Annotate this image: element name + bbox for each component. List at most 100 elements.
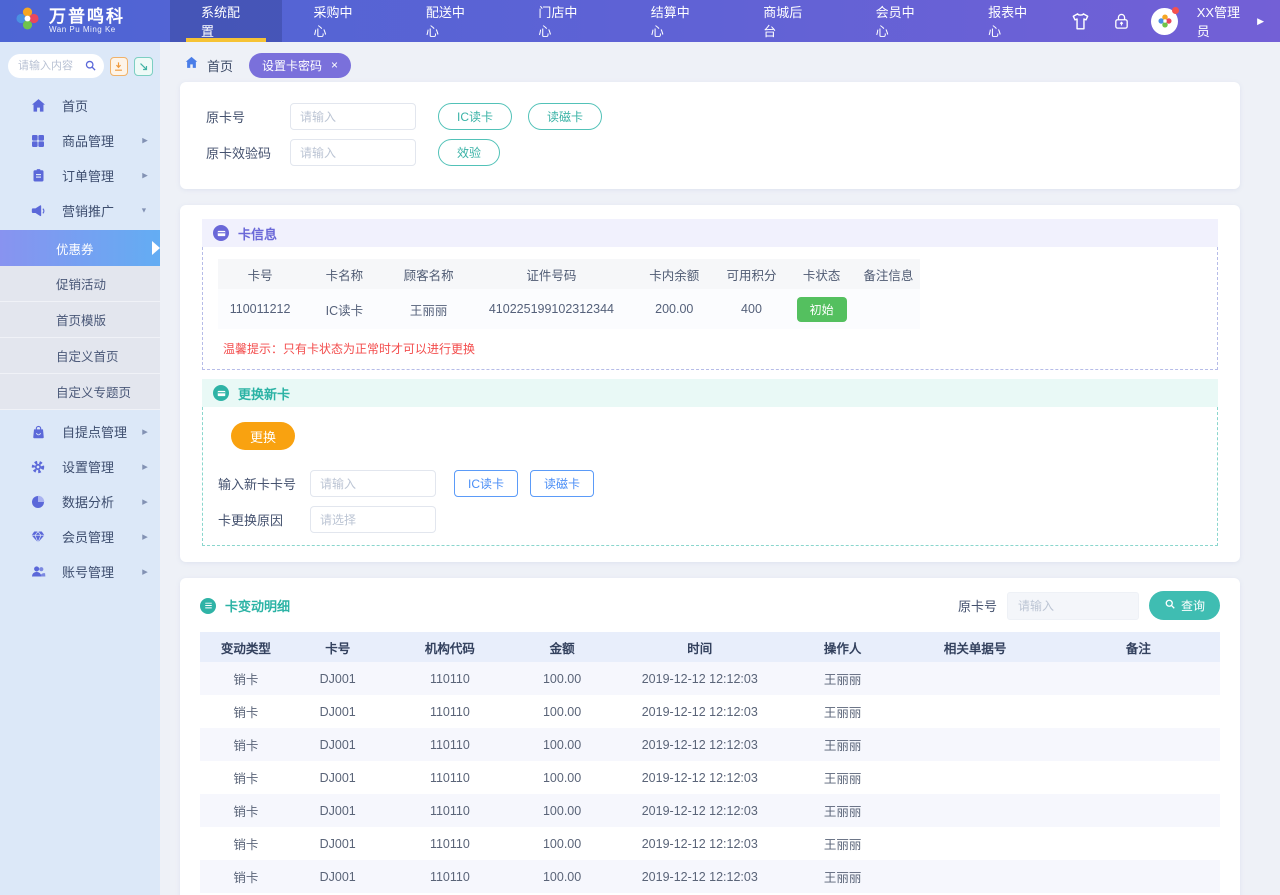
ic-read-button[interactable]: IC读卡 bbox=[438, 103, 512, 130]
sidebar-item-home-template[interactable]: 首页模版 bbox=[0, 302, 160, 338]
caret-right-icon: ▶ bbox=[1257, 16, 1264, 27]
close-icon[interactable]: × bbox=[331, 59, 338, 71]
card-info-section-header: 卡信息 bbox=[202, 219, 1218, 247]
cell-note bbox=[857, 289, 920, 329]
query-button[interactable]: 查询 bbox=[1149, 591, 1220, 620]
ic-read-button-2[interactable]: IC读卡 bbox=[454, 470, 518, 497]
tab-label: 设置卡密码 bbox=[262, 57, 322, 74]
card-info-body: 卡号 卡名称 顾客名称 证件号码 卡内余额 可用积分 卡状态 备注信息 1100 bbox=[202, 247, 1218, 370]
sidebar-item-marketing[interactable]: 营销推广 ▼ bbox=[0, 193, 160, 228]
logo-subtitle: Wan Pu Ming Ke bbox=[49, 26, 125, 34]
sidebar-item-products[interactable]: 商品管理 ▶ bbox=[0, 123, 160, 158]
tshirt-icon[interactable] bbox=[1069, 10, 1092, 33]
collapse-tool-icon[interactable] bbox=[134, 57, 153, 76]
member-icon bbox=[29, 529, 47, 544]
nav-item-store[interactable]: 门店中心 bbox=[507, 0, 619, 42]
cell-doc-no bbox=[894, 794, 1057, 827]
sidebar-item-orders[interactable]: 订单管理 ▶ bbox=[0, 158, 160, 193]
user-menu[interactable]: XX管理员 ▶ bbox=[1197, 2, 1264, 40]
sidebar-item-coupons[interactable]: 优惠券 bbox=[0, 230, 160, 266]
sidebar-item-custom-topic[interactable]: 自定义专题页 bbox=[0, 374, 160, 410]
sidebar-item-members[interactable]: 会员管理 ▶ bbox=[0, 519, 160, 554]
replace-button[interactable]: 更换 bbox=[231, 422, 295, 450]
card-info-panel: 卡信息 卡号 卡名称 顾客名称 证件号码 卡内余额 bbox=[180, 205, 1240, 562]
chevron-right-icon: ▶ bbox=[142, 567, 148, 575]
notification-dot bbox=[1172, 7, 1179, 14]
table-header-row: 卡号 卡名称 顾客名称 证件号码 卡内余额 可用积分 卡状态 备注信息 bbox=[218, 259, 920, 289]
chevron-right-icon: ▶ bbox=[142, 532, 148, 540]
cell-amount: 100.00 bbox=[516, 728, 608, 761]
cell-time: 2019-12-12 12:12:03 bbox=[608, 695, 792, 728]
new-card-label: 输入新卡卡号 bbox=[218, 474, 310, 493]
nav-item-purchasing[interactable]: 采购中心 bbox=[282, 0, 394, 42]
col-note: 备注 bbox=[1057, 632, 1220, 662]
cell-amount: 100.00 bbox=[516, 860, 608, 893]
sidebar-item-label: 商品管理 bbox=[62, 131, 114, 150]
sidebar-item-accounts[interactable]: 账号管理 ▶ bbox=[0, 554, 160, 589]
search-icon bbox=[1164, 598, 1176, 613]
old-card-label: 原卡号 bbox=[206, 107, 290, 126]
nav-item-mall-backend[interactable]: 商城后台 bbox=[732, 0, 844, 42]
old-card-input[interactable] bbox=[290, 103, 416, 130]
cell-doc-no bbox=[894, 695, 1057, 728]
sidebar-item-label: 自提点管理 bbox=[62, 422, 127, 441]
sidebar-item-pickup[interactable]: 自提点管理 ▶ bbox=[0, 414, 160, 449]
table-row: 销卡 DJ001 110110 100.00 2019-12-12 12:12:… bbox=[200, 761, 1220, 794]
new-card-input[interactable] bbox=[310, 470, 436, 497]
sidebar-item-promotions[interactable]: 促销活动 bbox=[0, 266, 160, 302]
cell-card-no: DJ001 bbox=[292, 761, 384, 794]
lock-icon[interactable] bbox=[1111, 11, 1132, 32]
cell-change-type: 销卡 bbox=[200, 860, 292, 893]
changes-search-input[interactable] bbox=[1007, 592, 1139, 620]
list-icon bbox=[200, 598, 216, 614]
sidebar: 首页 商品管理 ▶ 订单管理 ▶ bbox=[0, 42, 160, 895]
nav-item-settlement[interactable]: 结算中心 bbox=[620, 0, 732, 42]
sidebar-item-label: 首页 bbox=[62, 96, 88, 115]
cell-note bbox=[1057, 794, 1220, 827]
cell-doc-no bbox=[894, 662, 1057, 695]
cell-time: 2019-12-12 12:12:03 bbox=[608, 662, 792, 695]
home-icon bbox=[29, 97, 47, 114]
table-row: 销卡 DJ001 110110 100.00 2019-12-12 12:12:… bbox=[200, 695, 1220, 728]
replace-card-section-header: 更换新卡 bbox=[202, 379, 1218, 407]
col-operator: 操作人 bbox=[792, 632, 894, 662]
breadcrumb-home-icon[interactable] bbox=[184, 55, 199, 75]
nav-item-delivery[interactable]: 配送中心 bbox=[395, 0, 507, 42]
sidebar-item-custom-home[interactable]: 自定义首页 bbox=[0, 338, 160, 374]
magnetic-read-button-2[interactable]: 读磁卡 bbox=[530, 470, 594, 497]
col-id-no: 证件号码 bbox=[471, 259, 632, 289]
cell-time: 2019-12-12 12:12:03 bbox=[608, 761, 792, 794]
marketing-icon bbox=[29, 203, 47, 219]
sidebar-item-settings[interactable]: 设置管理 ▶ bbox=[0, 449, 160, 484]
cell-org-code: 110110 bbox=[384, 827, 517, 860]
verify-button[interactable]: 效验 bbox=[438, 139, 500, 166]
pin-tool-icon[interactable] bbox=[110, 57, 129, 76]
cell-doc-no bbox=[894, 761, 1057, 794]
cell-org-code: 110110 bbox=[384, 794, 517, 827]
search-icon[interactable] bbox=[84, 59, 97, 77]
replace-card-icon bbox=[213, 385, 229, 401]
verify-code-label: 原卡效验码 bbox=[206, 143, 290, 162]
col-balance: 卡内余额 bbox=[632, 259, 716, 289]
sidebar-item-home[interactable]: 首页 bbox=[0, 88, 160, 123]
breadcrumb-home[interactable]: 首页 bbox=[207, 56, 233, 75]
sidebar-item-analytics[interactable]: 数据分析 ▶ bbox=[0, 484, 160, 519]
analytics-icon bbox=[29, 494, 47, 510]
nav-item-reports[interactable]: 报表中心 bbox=[957, 0, 1069, 42]
table-body: 销卡 DJ001 110110 100.00 2019-12-12 12:12:… bbox=[200, 662, 1220, 895]
avatar[interactable] bbox=[1151, 8, 1177, 35]
replace-card-title: 更换新卡 bbox=[238, 384, 290, 403]
magnetic-read-button[interactable]: 读磁卡 bbox=[528, 103, 602, 130]
chevron-right-icon: ▶ bbox=[142, 462, 148, 470]
col-points: 可用积分 bbox=[716, 259, 786, 289]
nav-item-member-center[interactable]: 会员中心 bbox=[845, 0, 957, 42]
verify-code-input[interactable] bbox=[290, 139, 416, 166]
reason-select[interactable] bbox=[310, 506, 436, 533]
cell-status: 初始 bbox=[787, 289, 857, 329]
col-card-no: 卡号 bbox=[292, 632, 384, 662]
cell-card-no: DJ001 bbox=[292, 860, 384, 893]
sidebar-item-label: 设置管理 bbox=[62, 457, 114, 476]
tab-set-card-password[interactable]: 设置卡密码 × bbox=[249, 53, 351, 78]
nav-item-system-config[interactable]: 系统配置 bbox=[170, 0, 282, 42]
cell-id-no: 410225199102312344 bbox=[471, 289, 632, 329]
